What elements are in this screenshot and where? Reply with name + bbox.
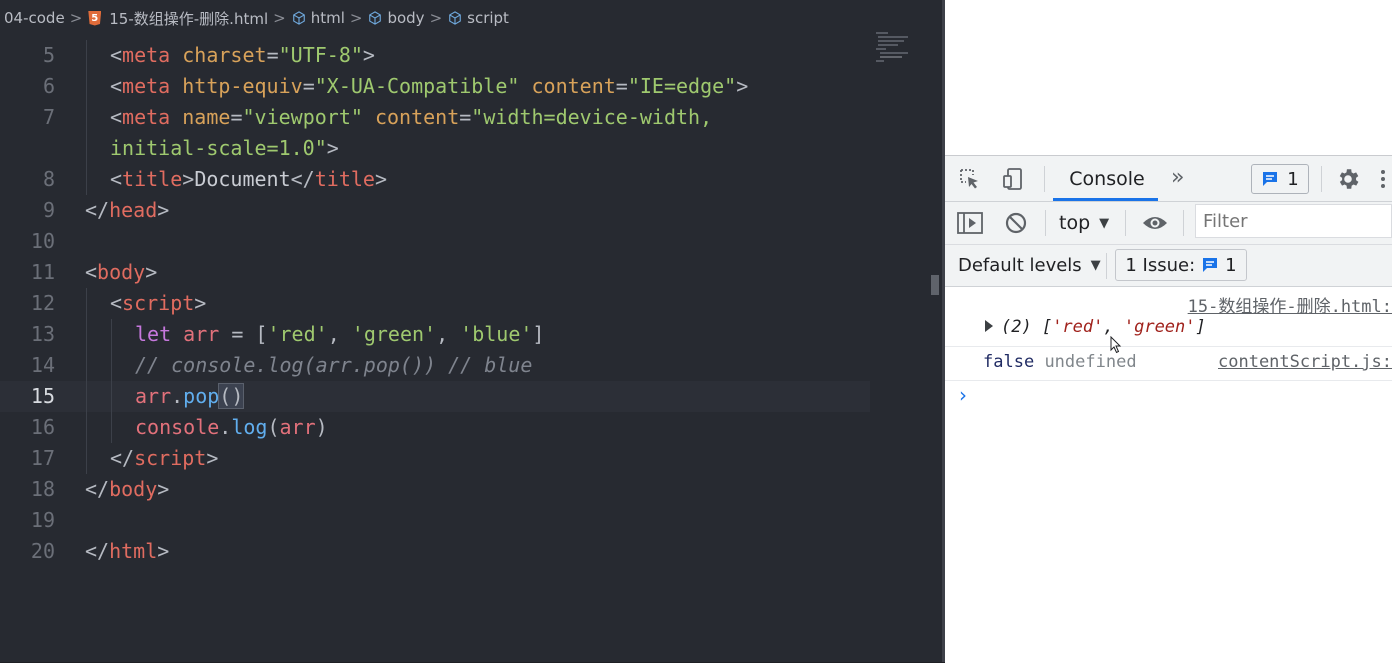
dropdown-arrow-icon: ▼ [1090,258,1101,273]
expand-triangle-icon[interactable] [985,320,993,332]
line-number: 10 [30,229,55,253]
line-number: 14 [30,353,55,377]
code-editor[interactable]: 04-code > 5 15-数组操作-删除.html > html > bod… [0,0,945,662]
settings-gear-icon[interactable] [1334,165,1362,193]
line-number: 8 [42,167,55,191]
more-tabs-icon[interactable]: » [1171,165,1184,190]
code-line: 6 <meta http-equiv="X-UA-Compatible" con… [0,71,944,102]
line-number: 9 [42,198,55,222]
code-line: 19 [0,505,944,536]
editor-scrollbar[interactable] [931,275,939,295]
chevron-right-icon: > [273,9,286,27]
log-source-link[interactable]: 15-数组操作-删除.html: [1188,292,1392,317]
element-cube-icon [369,11,382,25]
clear-console-icon[interactable] [1003,210,1029,236]
code-line: 10 [0,226,944,257]
line-number: 17 [30,446,55,470]
breadcrumb-file[interactable]: 15-数组操作-删除.html [109,8,268,29]
issues-button[interactable]: 1 Issue: 1 [1115,249,1247,281]
code-line-active: 15 arr.pop() [0,381,870,412]
more-options-icon[interactable] [1377,166,1389,192]
code-line: 5 <meta charset="UTF-8"> [0,40,944,71]
code-line: 9 </head> [0,195,944,226]
message-icon [1203,258,1218,272]
code-line: 13 let arr = ['red', 'green', 'blue'] [0,319,944,350]
chevron-right-icon: > [349,9,363,27]
line-number: 20 [30,539,55,563]
tab-console[interactable]: Console [1057,156,1157,201]
line-number: 12 [30,291,55,315]
code-line: 7 <meta name="viewport" content="width=d… [0,102,944,133]
line-number: 5 [42,43,55,67]
breadcrumb-script[interactable]: script [467,9,509,27]
log-entry: false undefined [983,352,1137,372]
breadcrumb-folder[interactable]: 04-code [4,9,65,27]
code-line: 8 <title>Document</title> [0,164,944,195]
devtools-tabbar: Console » 1 [945,156,1392,202]
log-divider [945,346,1392,347]
mouse-cursor-icon [1110,336,1122,354]
breadcrumb-html[interactable]: html [311,9,345,27]
line-number: 16 [30,415,55,439]
element-cube-icon [449,11,461,25]
log-levels-dropdown[interactable]: Default levels ▼ [958,245,1101,286]
chevron-right-icon: > [69,9,83,27]
code-line: 20 </html> [0,536,944,567]
code-line: 16 console.log(arr) [0,412,944,443]
filter-input[interactable] [1195,204,1392,238]
code-line: 18 </body> [0,474,944,505]
line-number: 19 [30,508,55,532]
context-selector[interactable]: top ▼ [1059,202,1109,244]
device-toolbar-icon[interactable] [1000,166,1026,192]
line-number: 7 [42,105,55,129]
chevron-right-icon: > [429,9,443,27]
sidebar-toggle-icon[interactable] [956,210,984,236]
code-line: 17 </script> [0,443,944,474]
message-icon [1263,172,1278,186]
line-number: 13 [30,322,55,346]
code-lines[interactable]: 5 <meta charset="UTF-8"> 6 <meta http-eq… [0,40,944,567]
active-tab-indicator [1053,198,1158,201]
code-line: 11 <body> [0,257,944,288]
line-number: 6 [42,74,55,98]
log-array-entry[interactable]: (2) ['red', 'green'] [1001,317,1206,337]
dropdown-arrow-icon: ▼ [1099,215,1110,231]
messages-badge[interactable]: 1 [1251,164,1309,194]
inspect-element-icon[interactable] [957,166,983,192]
breadcrumb: 04-code > 5 15-数组操作-删除.html > html > bod… [0,0,944,36]
line-number: 18 [30,477,55,501]
element-cube-icon [292,11,305,25]
line-number: 15 [30,384,55,408]
log-source-link[interactable]: contentScript.js: [1218,352,1392,372]
breadcrumb-body[interactable]: body [387,9,424,27]
live-expression-eye-icon[interactable] [1140,210,1170,236]
code-line-wrap: initial-scale=1.0"> [0,133,944,164]
console-output[interactable]: 15-数组操作-删除.html: (2) ['red', 'green'] fa… [945,287,1392,663]
line-number: 11 [30,260,55,284]
code-line: 14 // console.log(arr.pop()) // blue [0,350,944,381]
log-divider [945,380,1392,381]
devtools-panel: Console » 1 top ▼ Filter Default levels … [945,155,1392,663]
code-line: 12 <script> [0,288,944,319]
html5-file-icon: 5 [88,10,102,26]
console-prompt[interactable]: › [959,383,967,407]
